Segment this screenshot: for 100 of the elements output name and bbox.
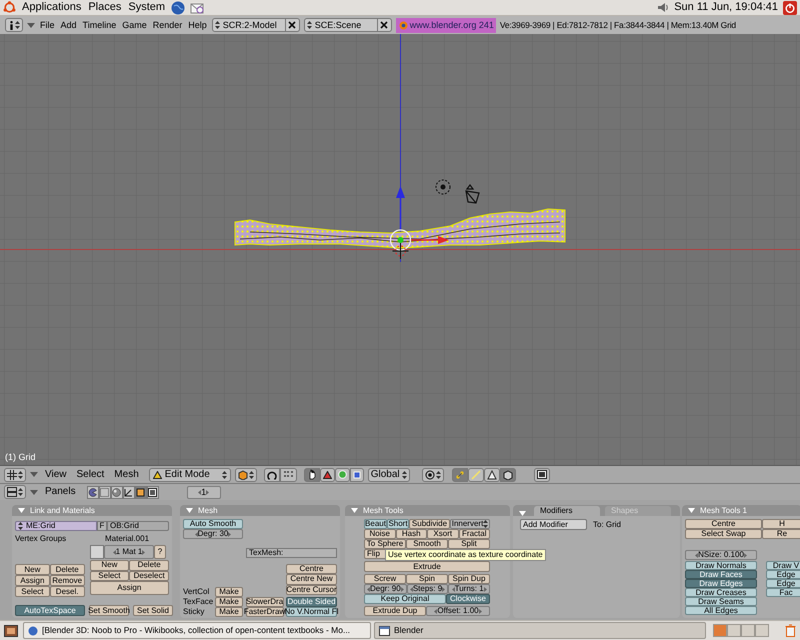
menu-item[interactable]: Game [121, 20, 148, 30]
context-button[interactable] [134, 486, 147, 498]
orientation-dropdown[interactable]: Global [368, 468, 410, 482]
keep-original-toggle[interactable]: Keep Original [364, 594, 446, 604]
vertex-group-button[interactable]: Delete [50, 564, 85, 575]
spin-button[interactable]: Spin [406, 574, 448, 584]
tool-button[interactable]: Fractal [458, 529, 490, 539]
spin-setting-field[interactable]: Turns: 1 [448, 584, 490, 594]
make-button[interactable]: Make [215, 607, 243, 617]
material-button[interactable]: Select [90, 570, 130, 581]
close-button[interactable] [378, 18, 392, 32]
auto-smooth-toggle[interactable]: Auto Smooth [183, 519, 243, 529]
centre-button[interactable]: Centre New [286, 574, 337, 584]
close-button[interactable] [286, 18, 300, 32]
extrude-button[interactable]: Extrude [364, 561, 490, 572]
tool-button[interactable]: Xsort [427, 529, 458, 539]
screen-field[interactable]: SCR:2-Model [212, 18, 286, 32]
menu-item[interactable]: File [39, 20, 56, 30]
display-toggle[interactable]: Double Sided [286, 597, 337, 607]
make-button[interactable]: Make [215, 597, 243, 607]
tool-button[interactable]: Re [762, 529, 800, 539]
draw-toggle[interactable]: Draw Edges [685, 579, 757, 588]
editor-type-button[interactable] [5, 18, 23, 32]
scale-button[interactable] [350, 468, 364, 482]
tool-button[interactable]: Noise [364, 529, 396, 539]
draw-speed-button[interactable]: FasterDraw [246, 607, 284, 617]
draw-toggle[interactable]: Edge [766, 579, 800, 588]
context-button[interactable] [122, 486, 135, 498]
taskbar-window-button[interactable]: Blender [374, 622, 706, 639]
menu-item[interactable]: View [42, 470, 70, 480]
draw-toggle[interactable]: All Edges [685, 606, 757, 615]
context-button[interactable] [146, 486, 159, 498]
tool-button[interactable]: Subdivide [409, 519, 450, 529]
display-toggle[interactable]: No V.Normal Fl [286, 607, 337, 617]
menu-item[interactable]: Render [152, 20, 184, 30]
add-modifier-button[interactable]: Add Modifier [520, 519, 587, 530]
spin-button[interactable]: Spin Dup [448, 574, 490, 584]
panel-tab[interactable]: Modifiers [534, 506, 600, 516]
material-button[interactable]: Delete [129, 560, 169, 570]
material-button[interactable]: Assign [90, 581, 169, 595]
normal-size-field[interactable]: NSize: 0.100 [685, 550, 757, 560]
scene-field[interactable]: SCE:Scene [304, 18, 378, 32]
draw-speed-button[interactable]: SlowerDra [246, 597, 284, 607]
material-index-field[interactable]: 1 Mat 1 [104, 545, 154, 559]
manipulator-toggle[interactable] [304, 468, 320, 482]
clockwise-toggle[interactable]: Clockwise [446, 594, 490, 604]
vertex-group-button[interactable]: Select [15, 586, 50, 597]
material-button[interactable]: New [90, 560, 130, 570]
menu-item[interactable]: System [127, 2, 166, 13]
offset-field[interactable]: Offset: 1.00 [426, 606, 490, 616]
tool-button[interactable]: Hash [396, 529, 427, 539]
context-button[interactable] [110, 486, 123, 498]
draw-type-button[interactable] [234, 468, 257, 482]
tool-button[interactable]: H [762, 519, 800, 529]
vertex-group-button[interactable]: New [15, 564, 50, 575]
translate-button[interactable] [320, 468, 335, 482]
centre-button[interactable]: Centre Cursor [286, 584, 337, 595]
tool-button[interactable]: To Sphere [364, 539, 406, 549]
menu-item[interactable]: Places [87, 2, 122, 13]
pivot-button[interactable] [264, 468, 280, 482]
tool-button[interactable]: Split [448, 539, 490, 549]
layers-button[interactable] [280, 468, 297, 482]
menu-item[interactable]: Panels [42, 487, 79, 497]
draw-toggle[interactable]: Fac [766, 588, 800, 597]
tex-mesh-field[interactable]: TexMesh: [246, 548, 337, 558]
object-name-field[interactable]: OB:Grid [107, 521, 169, 531]
context-button[interactable] [86, 486, 99, 498]
tool-button[interactable]: Select Swap [685, 529, 762, 539]
menu-item[interactable]: Mesh [111, 470, 142, 480]
clock[interactable]: Sun 11 Jun, 19:04:41 [674, 2, 778, 13]
select-mode-button[interactable] [484, 468, 500, 482]
help-button[interactable]: ? [154, 545, 166, 559]
show-desktop-button[interactable] [2, 622, 20, 638]
proportional-button[interactable] [422, 468, 444, 482]
tool-toggle[interactable]: Beaut [364, 519, 387, 529]
menu-item[interactable]: Applications [21, 2, 82, 13]
vertex-group-button[interactable]: Desel. [50, 586, 85, 597]
draw-toggle[interactable]: Draw Normals [685, 561, 757, 570]
menu-item[interactable]: Timeline [82, 20, 118, 30]
vertex-group-button[interactable]: Assign [15, 575, 50, 586]
spin-setting-field[interactable]: Degr: 90 [364, 584, 407, 594]
draw-toggle[interactable]: Draw Faces [685, 570, 757, 579]
render-button[interactable] [534, 468, 550, 482]
vertex-group-button[interactable]: Remove [50, 575, 85, 586]
tool-button[interactable]: Centre [685, 519, 762, 529]
spin-button[interactable]: Screw [364, 574, 406, 584]
editor-type-button[interactable] [4, 468, 26, 482]
limit-visible-toggle[interactable] [500, 468, 516, 482]
material-button[interactable]: Deselect [129, 570, 169, 581]
draw-toggle[interactable]: Draw Creases [685, 588, 757, 597]
shading-button[interactable]: Set Smooth [89, 605, 129, 616]
dropdown[interactable]: Innervert [450, 519, 490, 529]
draw-toggle[interactable]: Draw Seams [685, 597, 757, 606]
centre-button[interactable]: Centre [286, 564, 337, 574]
extrude-dup-button[interactable]: Extrude Dup [364, 606, 426, 616]
frame-field[interactable]: 1 [186, 486, 221, 498]
shading-button[interactable]: Set Solid [133, 605, 173, 616]
spin-setting-field[interactable]: Steps: 9 [406, 584, 448, 594]
menu-item[interactable]: Select [74, 470, 108, 480]
make-button[interactable]: Make [215, 587, 243, 597]
